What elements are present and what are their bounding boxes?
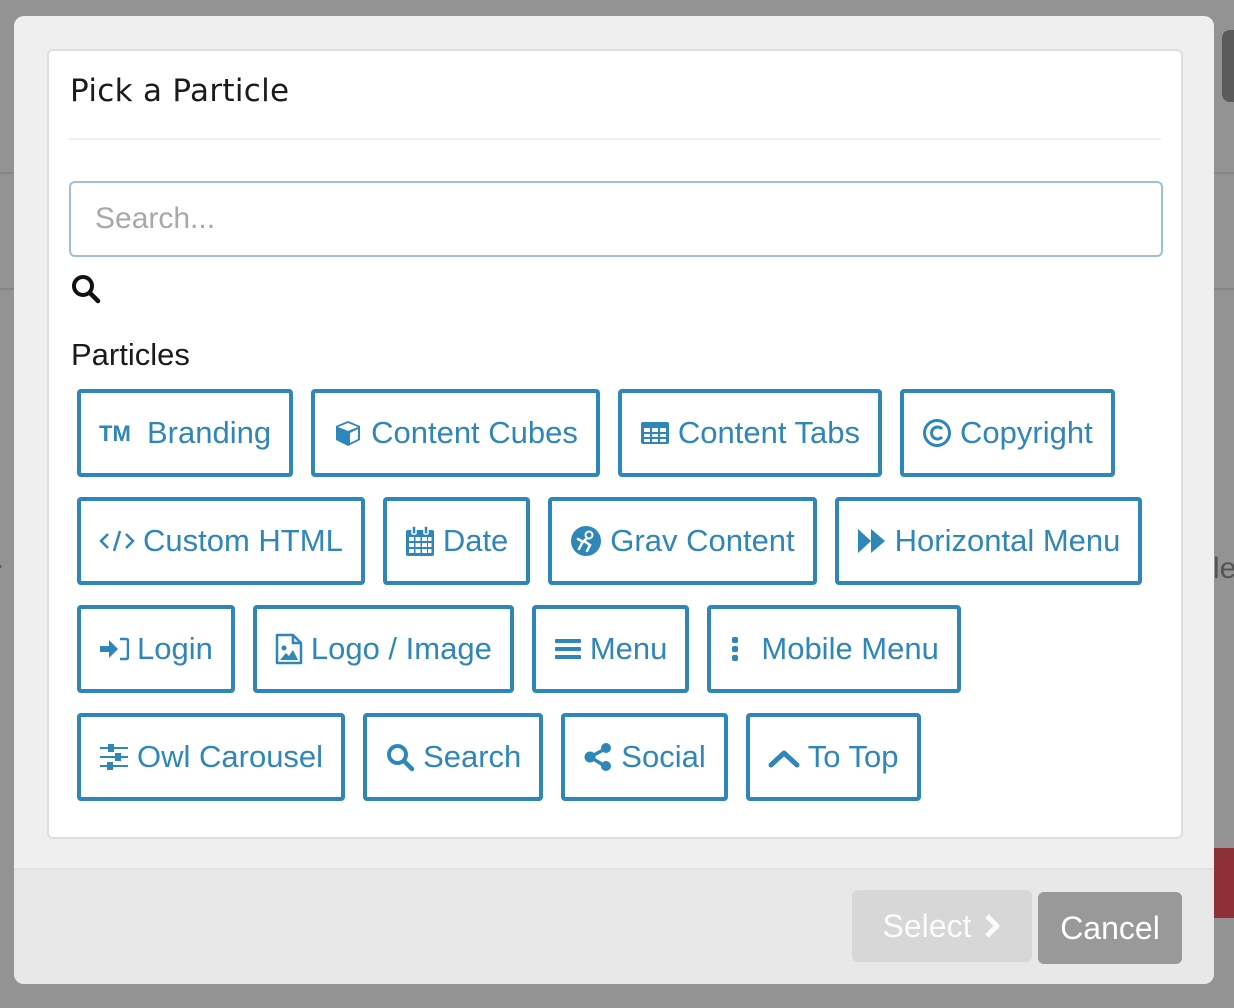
title-divider: [69, 138, 1161, 140]
background-button: [1222, 30, 1234, 102]
ellipsis-vertical-icon: [732, 637, 739, 661]
sign-in-icon: [100, 637, 129, 661]
background-divider: [1214, 288, 1234, 290]
particle-content-cubes[interactable]: Content Cubes: [311, 389, 600, 477]
copyright-icon: [923, 419, 952, 447]
particle-label: Mobile Menu: [761, 631, 939, 666]
particle-row: Custom HTML Date Grav Content Horizontal…: [77, 497, 1147, 585]
particle-custom-html[interactable]: Custom HTML: [77, 497, 365, 585]
calendar-icon: [405, 525, 434, 556]
particle-label: Social: [621, 739, 706, 774]
particle-menu[interactable]: Menu: [531, 605, 690, 693]
particle-label: Logo / Image: [310, 631, 492, 666]
table-icon: [640, 422, 669, 444]
particle-picker-modal: Pick a Particle Particles TM Branding: [14, 16, 1214, 984]
background-divider: [0, 172, 14, 174]
background-danger-button: [1214, 848, 1234, 918]
particle-label: Grav Content: [610, 523, 795, 558]
particle-content-tabs[interactable]: Content Tabs: [617, 389, 883, 477]
particle-social[interactable]: Social: [561, 713, 728, 801]
particle-label: Date: [442, 523, 509, 558]
particle-row: TM Branding Content Cubes Content Tabs C…: [77, 389, 1147, 477]
search-icon[interactable]: [70, 273, 102, 305]
sliders-icon: [100, 744, 128, 770]
share-icon: [584, 743, 612, 771]
bars-icon: [554, 639, 581, 659]
particle-label: Login: [137, 631, 213, 666]
particle-label: To Top: [807, 739, 899, 774]
particle-grav-content[interactable]: Grav Content: [548, 497, 817, 585]
background-text: r: [0, 555, 2, 589]
code-icon: [99, 530, 135, 552]
svg-text:TM: TM: [99, 421, 131, 445]
particle-row: Owl Carousel Search Social To Top: [77, 713, 1147, 801]
modal-title: Pick a Particle: [70, 73, 290, 109]
modal-body: Pick a Particle Particles TM Branding: [47, 49, 1183, 839]
file-image-icon: [275, 633, 303, 665]
grav-icon: [571, 526, 602, 556]
modal-footer: Select Cancel: [14, 870, 1214, 984]
particle-label: Search: [423, 739, 522, 774]
particle-label: Owl Carousel: [137, 739, 324, 774]
particle-list: TM Branding Content Cubes Content Tabs C…: [77, 389, 1147, 821]
particle-to-top[interactable]: To Top: [745, 713, 921, 801]
particle-login[interactable]: Login: [77, 605, 235, 693]
background-divider: [0, 288, 14, 290]
particle-date[interactable]: Date: [382, 497, 531, 585]
cube-icon: [336, 421, 361, 446]
particle-label: Branding: [147, 415, 272, 450]
cancel-button[interactable]: Cancel: [1038, 892, 1182, 964]
background-divider: [1214, 172, 1234, 174]
background-text: le: [1213, 552, 1234, 585]
fast-forward-icon: [857, 529, 885, 553]
trademark-icon: TM: [99, 421, 131, 445]
particle-search[interactable]: Search: [363, 713, 544, 801]
particle-label: Content Cubes: [371, 415, 578, 450]
chevron-up-icon: [768, 750, 800, 768]
particle-label: Menu: [589, 631, 668, 666]
search-icon: [387, 744, 415, 772]
particle-branding[interactable]: TM Branding: [77, 389, 294, 477]
particle-logo-image[interactable]: Logo / Image: [252, 605, 514, 693]
select-button[interactable]: Select: [852, 890, 1032, 962]
select-label: Select: [882, 907, 972, 944]
particle-horizontal-menu[interactable]: Horizontal Menu: [834, 497, 1143, 585]
search-input[interactable]: [69, 181, 1163, 257]
particle-label: Horizontal Menu: [894, 523, 1121, 558]
chevron-right-icon: [985, 914, 1000, 938]
particle-copyright[interactable]: Copyright: [900, 389, 1115, 477]
particle-row: Login Logo / Image Menu Mobile Menu: [77, 605, 1147, 693]
particle-label: Copyright: [960, 415, 1093, 450]
particles-section-label: Particles: [71, 337, 190, 372]
particle-label: Custom HTML: [143, 523, 343, 558]
particle-owl-carousel[interactable]: Owl Carousel: [77, 713, 346, 801]
particle-label: Content Tabs: [677, 415, 861, 450]
particle-mobile-menu[interactable]: Mobile Menu: [707, 605, 961, 693]
